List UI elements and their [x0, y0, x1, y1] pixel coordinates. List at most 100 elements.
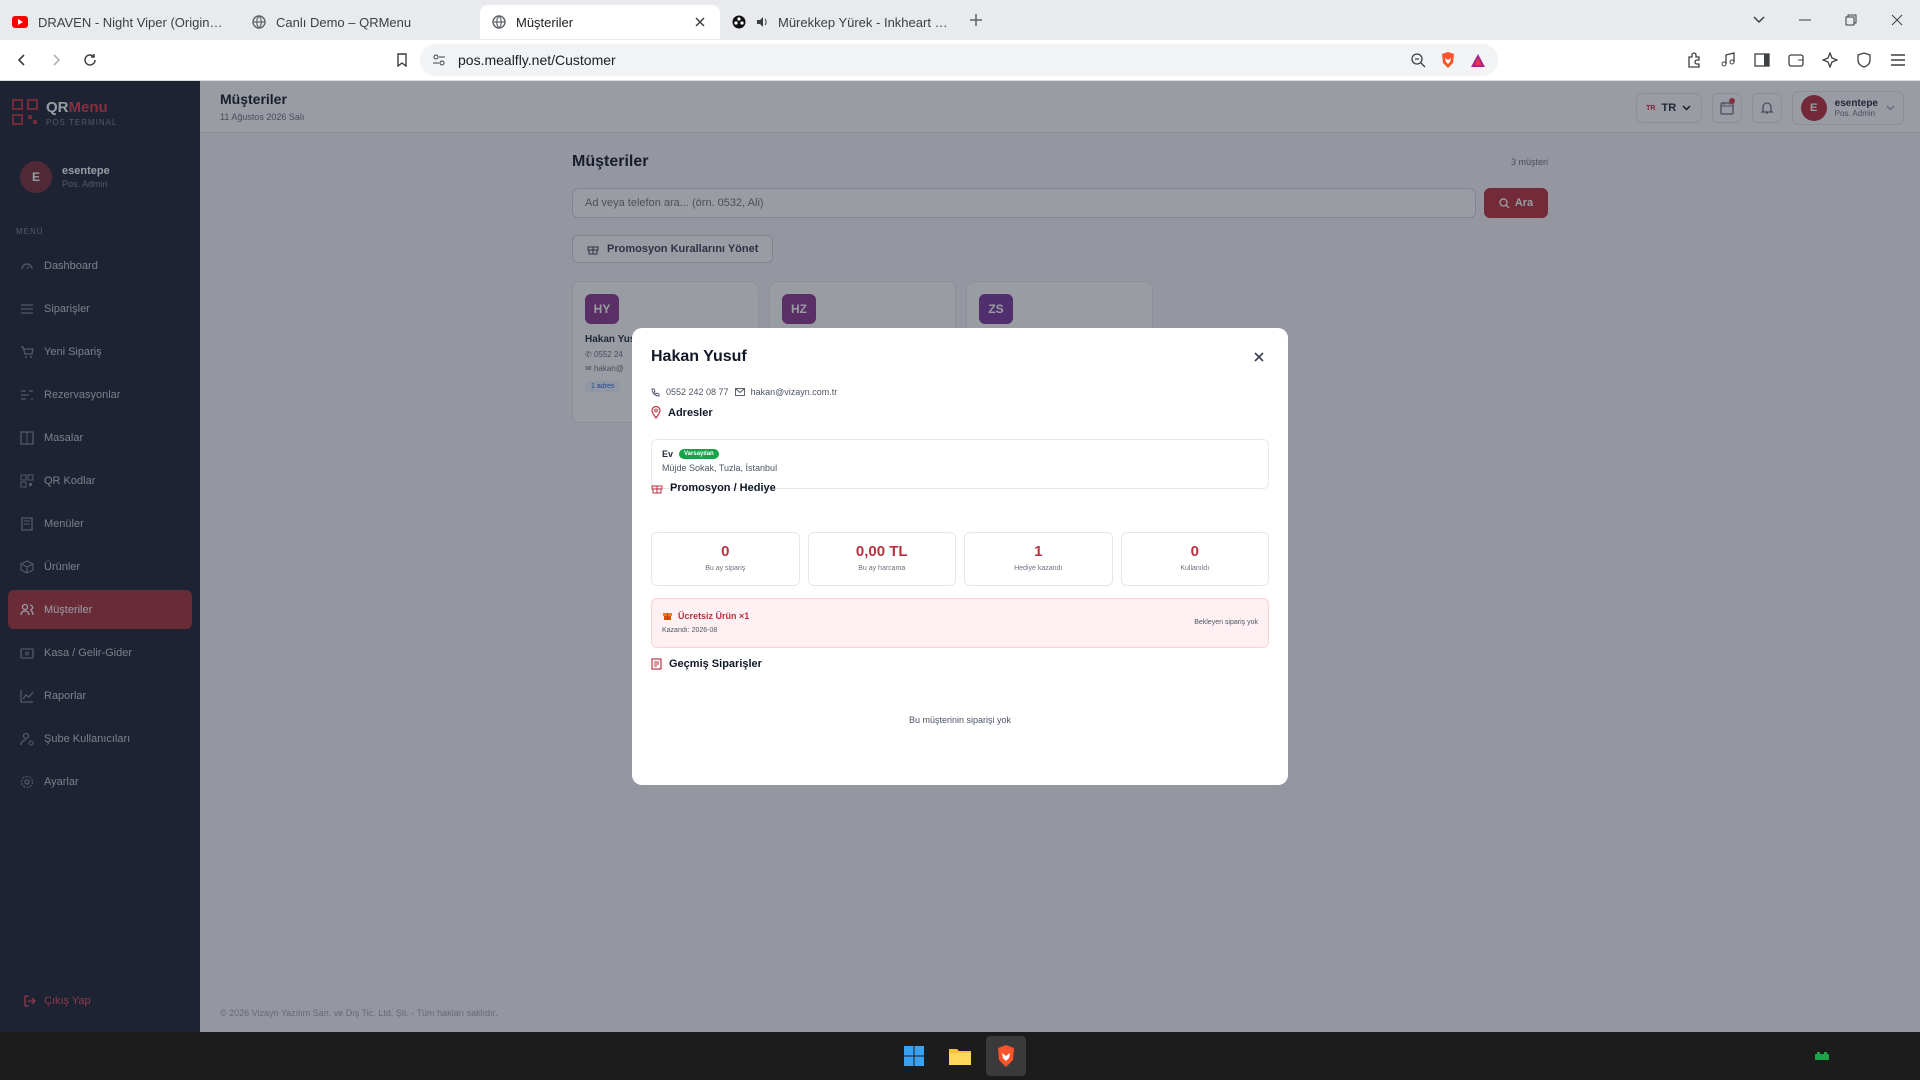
gift-icon: [651, 485, 663, 494]
gift-earned: Kazandı: 2026-08: [662, 627, 718, 634]
wallet-icon: [1788, 54, 1804, 67]
tab-title: Canlı Demo – QRMenu: [276, 14, 412, 30]
receipt-icon: [651, 658, 662, 670]
minimize-icon: [1799, 19, 1811, 21]
sidebar-icon: [1754, 53, 1770, 67]
chevron-down-icon: [1753, 16, 1765, 24]
stat-value: 0: [721, 543, 730, 560]
file-explorer-button[interactable]: [940, 1036, 980, 1076]
tab-title: Müşteriler: [516, 14, 574, 30]
puzzle-icon: [1688, 52, 1700, 68]
stat-card: 1 Hediye kazandı: [964, 532, 1113, 586]
wallet-button[interactable]: [1782, 44, 1810, 76]
film-icon: [732, 15, 746, 29]
close-tab-icon[interactable]: [692, 14, 708, 30]
window-controls: [1736, 0, 1920, 40]
stat-card: 0 Kullanıldı: [1120, 532, 1269, 586]
tray-app-icon: [1815, 1052, 1829, 1060]
gift-icon: [663, 613, 672, 620]
address-label: Ev: [662, 449, 674, 459]
arrow-left-icon: [17, 54, 25, 66]
mail-icon: [734, 388, 745, 396]
globe-icon: [252, 15, 266, 29]
globe-icon: [492, 15, 506, 29]
leo-ai-button[interactable]: [1816, 44, 1844, 76]
media-button[interactable]: [1714, 44, 1742, 76]
browser-tabbar: DRAVEN - Night Viper (Original Mix) Canl…: [0, 0, 1920, 40]
gift-title: Ücretsiz Ürün ×1: [678, 610, 750, 621]
browser-menu-button[interactable]: [1884, 44, 1912, 76]
stat-value: 0,00 TL: [855, 543, 908, 560]
past-orders-title: Geçmiş Siparişler: [669, 658, 762, 670]
youtube-icon: [12, 16, 28, 28]
new-tab-button[interactable]: [960, 4, 992, 36]
bookmark-button[interactable]: [388, 46, 416, 74]
stat-value: 0: [1190, 543, 1199, 560]
url-text: pos.mealfly.net/Customer: [458, 52, 616, 68]
sidebar-button[interactable]: [1748, 44, 1776, 76]
bookmark-icon: [397, 53, 407, 67]
forward-button[interactable]: [42, 46, 70, 74]
browser-tab[interactable]: Mürekkep Yürek - Inkheart Full H: [720, 5, 960, 39]
arrow-right-icon: [53, 54, 61, 66]
brave-rewards-icon[interactable]: [1470, 53, 1486, 68]
addresses-title: Adresler: [668, 406, 713, 419]
stat-card: 0,00 TL Bu ay harcama: [807, 532, 956, 586]
addresses-heading: Adresler: [651, 406, 713, 419]
sparkle-icon: [1822, 52, 1838, 68]
gift-status: Bekleyen sipariş yok: [1194, 619, 1258, 626]
close-window-button[interactable]: [1874, 0, 1920, 40]
shield-icon: [1857, 52, 1871, 68]
address-bar[interactable]: pos.mealfly.net/Customer: [420, 44, 1498, 76]
reload-icon: [84, 54, 96, 66]
vpn-button[interactable]: [1850, 44, 1878, 76]
start-button[interactable]: [894, 1036, 934, 1076]
close-icon: [1891, 14, 1903, 26]
tab-search-button[interactable]: [1736, 0, 1782, 40]
zoom-icon[interactable]: [1411, 52, 1426, 68]
promotions-heading: Promosyon / Hediye: [651, 482, 776, 494]
restore-button[interactable]: [1828, 0, 1874, 40]
brave-shield-icon[interactable]: [1440, 51, 1456, 69]
windows-icon: [904, 1046, 924, 1066]
customer-phone: 0552 242 08 77: [666, 387, 729, 397]
stat-label: Bu ay sipariş: [705, 565, 746, 572]
stat-label: Kullanıldı: [1180, 565, 1210, 572]
brave-icon: [998, 1045, 1014, 1067]
stat-value: 1: [1034, 543, 1043, 560]
speaker-icon: [757, 17, 767, 27]
browser-tab[interactable]: Canlı Demo – QRMenu: [240, 5, 480, 39]
extensions-button[interactable]: [1680, 44, 1708, 76]
modal-title: Hakan Yusuf: [651, 348, 747, 365]
music-icon: [1721, 52, 1735, 67]
folder-icon: [949, 1049, 971, 1065]
customer-detail-modal: Hakan Yusuf 0552 242 08 77 hakan@vizayn.…: [632, 328, 1288, 785]
gift-card: Ücretsiz Ürün ×1 Kazandı: 2026-08 Bekley…: [651, 598, 1269, 648]
browser-tab-active[interactable]: Müşteriler: [480, 5, 720, 39]
back-button[interactable]: [8, 46, 36, 74]
past-orders-heading: Geçmiş Siparişler: [651, 658, 762, 670]
phone-icon: [651, 388, 660, 396]
reload-button[interactable]: [76, 46, 104, 74]
tab-title: DRAVEN - Night Viper (Original Mix): [38, 14, 228, 30]
promotions-title: Promosyon / Hediye: [670, 482, 776, 494]
empty-orders-message: Bu müşterinin siparişi yok: [908, 715, 1012, 725]
minimize-button[interactable]: [1782, 0, 1828, 40]
address-text: Müjde Sokak, Tuzla, İstanbul: [662, 463, 778, 473]
promotion-stats: 0 Bu ay sipariş 0,00 TL Bu ay harcama 1 Hed…: [651, 532, 1269, 586]
os-taskbar: [0, 1032, 1920, 1080]
stat-label: Bu ay harcama: [858, 565, 906, 572]
system-tray[interactable]: [1814, 1052, 1830, 1062]
customer-contact: 0552 242 08 77 hakan@vizayn.com.tr: [651, 387, 837, 397]
tab-title: Mürekkep Yürek - Inkheart Full H: [778, 14, 948, 30]
site-settings-icon[interactable]: [432, 53, 446, 67]
map-pin-icon: [651, 406, 661, 419]
brave-taskbar-button[interactable]: [986, 1036, 1026, 1076]
browser-toolbar: pos.mealfly.net/Customer: [0, 40, 1920, 81]
extension-toolbar: [1680, 44, 1912, 76]
plus-icon: [970, 14, 982, 26]
browser-tab[interactable]: DRAVEN - Night Viper (Original Mix): [0, 5, 240, 39]
stat-card: 0 Bu ay sipariş: [651, 532, 800, 586]
close-icon[interactable]: [1250, 348, 1268, 366]
restore-icon: [1845, 14, 1857, 26]
